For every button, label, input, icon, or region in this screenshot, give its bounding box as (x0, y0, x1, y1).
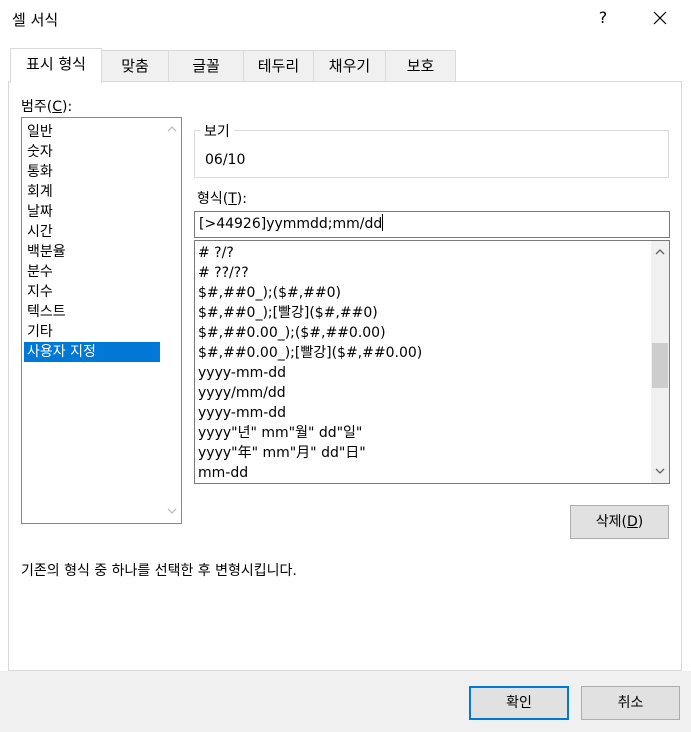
format-list-item[interactable]: yyyy-mm-dd (198, 363, 286, 383)
window-title: 셀 서식 (12, 11, 59, 29)
format-list-scrollbar[interactable] (651, 241, 669, 483)
format-input[interactable]: [>44926]yymmdd;mm/dd (194, 211, 670, 238)
category-item[interactable]: 통화 (24, 162, 160, 182)
dialog-footer: 확인 취소 (0, 671, 691, 732)
format-list-item[interactable]: $#,##0_);($#,##0) (198, 283, 341, 303)
category-scrollbar[interactable] (163, 118, 181, 523)
tab-protection[interactable]: 보호 (385, 50, 456, 82)
category-item[interactable]: 숫자 (24, 142, 160, 162)
scroll-up-icon[interactable] (167, 124, 177, 134)
ok-button[interactable]: 확인 (469, 686, 569, 720)
category-item[interactable]: 지수 (24, 282, 160, 302)
format-cells-dialog: 셀 서식 ? 표시 형식 맞춤 글꼴 테두리 채우기 보호 범주(C): 일반 … (0, 0, 691, 732)
scrollbar-thumb[interactable] (652, 343, 668, 388)
category-item[interactable]: 회계 (24, 182, 160, 202)
tab-fill[interactable]: 채우기 (313, 50, 386, 82)
tab-number[interactable]: 표시 형식 (10, 48, 102, 83)
title-bar: 셀 서식 ? (0, 0, 691, 38)
text-caret (382, 214, 384, 231)
tab-border[interactable]: 테두리 (243, 50, 314, 82)
category-item[interactable]: 시간 (24, 222, 160, 242)
cancel-button[interactable]: 취소 (581, 686, 680, 720)
format-list-item[interactable]: mm-dd (198, 463, 248, 483)
category-item[interactable]: 백분율 (24, 242, 160, 262)
category-item[interactable]: 날짜 (24, 202, 160, 222)
tab-strip: 표시 형식 맞춤 글꼴 테두리 채우기 보호 (0, 48, 691, 83)
tab-font[interactable]: 글꼴 (168, 50, 244, 82)
category-list[interactable]: 일반 숫자 통화 회계 날짜 시간 백분율 분수 지수 텍스트 기타 사용자 지… (21, 117, 182, 524)
close-button[interactable] (650, 6, 670, 30)
format-list-item[interactable]: yyyy/mm/dd (198, 383, 286, 403)
format-list-item[interactable]: # ?/? (198, 243, 234, 263)
category-item-custom[interactable]: 사용자 지정 (24, 342, 160, 362)
tab-alignment[interactable]: 맞춤 (101, 50, 169, 82)
preview-legend: 보기 (200, 121, 234, 141)
category-item[interactable]: 기타 (24, 322, 160, 342)
hint-text: 기존의 형식 중 하나를 선택한 후 변형시킵니다. (21, 563, 297, 579)
format-list-item[interactable]: $#,##0.00_);($#,##0.00) (198, 323, 386, 343)
category-label: 범주(C): (21, 99, 73, 115)
category-item[interactable]: 일반 (24, 122, 160, 142)
format-list-item[interactable]: yyyy"년" mm"월" dd"일" (198, 423, 362, 443)
category-item[interactable]: 분수 (24, 262, 160, 282)
category-item[interactable]: 텍스트 (24, 302, 160, 322)
format-list-item[interactable]: yyyy-mm-dd (198, 403, 286, 423)
format-label: 형식(T): (197, 191, 247, 207)
scroll-down-icon[interactable] (655, 466, 665, 476)
preview-value: 06/10 (205, 152, 246, 168)
format-list-item[interactable]: yyyy"年" mm"月" dd"日" (198, 443, 366, 463)
delete-button[interactable]: 삭제(D) (570, 505, 669, 539)
close-icon (653, 11, 667, 25)
format-input-value: [>44926]yymmdd;mm/dd (199, 216, 383, 232)
preview-group (194, 130, 669, 178)
format-list-item[interactable]: # ??/?? (198, 263, 249, 283)
scroll-up-icon[interactable] (655, 247, 665, 257)
format-list-item[interactable]: $#,##0.00_);[빨강]($#,##0.00) (198, 343, 422, 363)
format-list[interactable]: # ?/? # ??/?? $#,##0_);($#,##0) $#,##0_)… (194, 240, 670, 484)
help-button[interactable]: ? (596, 8, 610, 27)
format-list-item[interactable]: $#,##0_);[빨강]($#,##0) (198, 303, 378, 323)
scroll-down-icon[interactable] (167, 506, 177, 516)
